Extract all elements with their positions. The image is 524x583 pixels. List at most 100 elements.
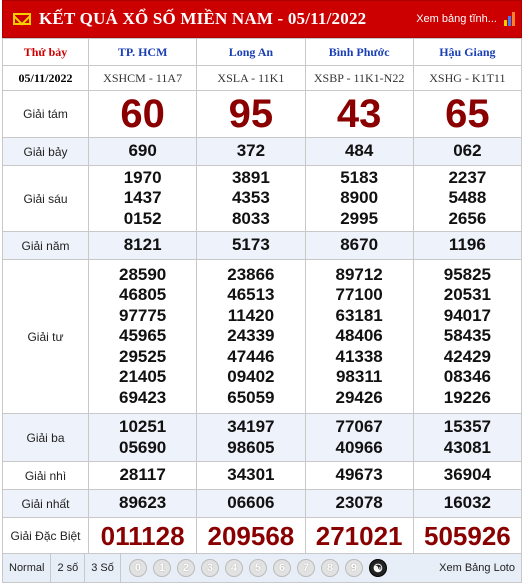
province-code: XSLA - 11K1 xyxy=(196,65,306,91)
static-table-link[interactable]: Xem bảng tĩnh... xyxy=(416,12,515,26)
prize-row: Giải năm 8121 5173 8670 1196 xyxy=(2,231,523,260)
prize-number: 5488 xyxy=(448,188,487,208)
prize-cell: 89623 xyxy=(87,489,198,518)
prize-cell: 28590 46805 97775 45965 29525 21405 69423 xyxy=(87,259,198,414)
prize-number: 209568 xyxy=(207,520,295,551)
prize-label: Giải Đặc Biệt xyxy=(2,517,89,554)
prize-number: 0152 xyxy=(123,208,162,228)
prize-cell: 49673 xyxy=(304,461,414,490)
prize-cell: 505926 xyxy=(412,517,523,554)
prize-cell: 8121 xyxy=(87,231,198,260)
digit-button[interactable]: 9 xyxy=(344,559,363,577)
prize-number: 29525 xyxy=(118,346,167,366)
prize-cell: 3891 4353 8033 xyxy=(196,165,306,232)
prize-number: 21405 xyxy=(118,367,167,387)
prize-cell: 484 xyxy=(304,137,414,166)
prize-number: 09402 xyxy=(227,367,275,387)
prize-number: 011128 xyxy=(100,520,185,551)
province-name[interactable]: Long An xyxy=(196,38,306,66)
prize-number: 46513 xyxy=(227,285,275,305)
province-header-row: Thứ bảy TP. HCM Long An Bình Phước Hậu Giang xyxy=(2,38,523,66)
prize-number: 23866 xyxy=(227,264,275,284)
prize-cell: 271021 xyxy=(304,517,414,554)
prize-cell: 15357 43081 xyxy=(412,413,523,462)
digit-button[interactable]: 7 xyxy=(296,559,315,577)
prize-number: 5183 xyxy=(340,167,379,187)
prize-number: 42429 xyxy=(443,346,492,366)
prize-label: Giải năm xyxy=(2,231,89,260)
prize-number: 2995 xyxy=(340,208,379,228)
prize-number: 28117 xyxy=(119,465,166,485)
prize-cell: 372 xyxy=(196,137,306,166)
yin-yang-icon[interactable]: ☯ xyxy=(368,559,387,577)
prize-number: 2237 xyxy=(448,167,487,187)
prize-label: Giải sáu xyxy=(2,165,89,232)
digit-button[interactable]: 0 xyxy=(128,559,147,577)
prize-row: Giải tám 60 95 43 65 xyxy=(2,90,523,138)
prize-number: 05690 xyxy=(118,437,167,457)
prize-number: 19226 xyxy=(443,387,492,407)
prize-number: 34301 xyxy=(227,465,275,485)
prize-cell: 95 xyxy=(196,90,306,138)
prize-number: 29426 xyxy=(335,387,383,407)
prize-number: 34197 xyxy=(227,417,275,436)
mode-button[interactable]: 2 số xyxy=(51,554,86,582)
results-footer: Normal 2 số 3 Số 0 1 2 3 4 5 6 7 8 9 ☯ Xem Bảng Loto xyxy=(2,554,522,583)
static-table-link-label: Xem bảng tĩnh... xyxy=(416,12,497,25)
prize-cell: 5173 xyxy=(196,231,306,260)
prize-number: 43081 xyxy=(443,437,492,457)
province-code: XSHCM - 11A7 xyxy=(87,65,198,91)
digit-button[interactable]: 1 xyxy=(152,559,171,577)
prize-number: 95825 xyxy=(443,264,492,284)
prize-cell: 1196 xyxy=(412,231,523,260)
prize-cell: 36904 xyxy=(412,461,523,490)
digit-button[interactable]: 2 xyxy=(176,559,195,577)
prize-cell: 5183 8900 2995 xyxy=(304,165,414,232)
prize-number: 89712 xyxy=(335,264,383,284)
digit-button[interactable]: 4 xyxy=(224,559,243,577)
prize-number: 06606 xyxy=(227,493,275,513)
mode-button[interactable]: Normal xyxy=(3,554,52,582)
prize-number: 8670 xyxy=(340,235,379,255)
prize-number: 95 xyxy=(228,92,274,136)
province-name[interactable]: Bình Phước xyxy=(304,38,414,66)
bar-chart-icon[interactable] xyxy=(504,12,515,26)
loto-table-link[interactable]: Xem Bảng Loto xyxy=(439,562,521,574)
prize-cell: 209568 xyxy=(196,517,306,554)
prize-number: 28590 xyxy=(118,264,167,284)
results-header: KẾT QUẢ XỔ SỐ MIỀN NAM - 05/11/2022 Xem … xyxy=(2,0,522,38)
prize-number: 77067 xyxy=(335,417,383,436)
prize-number: 97775 xyxy=(118,305,167,325)
prize-row: Giải Đặc Biệt 011128 209568 271021 505926 xyxy=(2,517,523,554)
prize-row: Giải nhì 28117 34301 49673 36904 xyxy=(2,461,523,490)
prize-number: 4353 xyxy=(231,188,270,208)
prize-cell: 690 xyxy=(87,137,198,166)
prize-cell: 34197 98605 xyxy=(196,413,306,462)
prize-cell: 23078 xyxy=(304,489,414,518)
digit-button[interactable]: 8 xyxy=(320,559,339,577)
prize-number: 8033 xyxy=(231,208,270,228)
prize-row: Giải bảy 690 372 484 062 xyxy=(2,137,523,166)
prize-label: Giải tám xyxy=(2,90,89,138)
prize-cell: 16032 xyxy=(412,489,523,518)
prize-number: 372 xyxy=(236,141,266,161)
province-name[interactable]: TP. HCM xyxy=(87,38,198,66)
prize-cell: 10251 05690 xyxy=(87,413,198,462)
prize-number: 47446 xyxy=(227,346,275,366)
digit-button[interactable]: 5 xyxy=(248,559,267,577)
prize-number: 271021 xyxy=(315,520,403,551)
prize-number: 63181 xyxy=(335,305,383,325)
prize-label: Giải bảy xyxy=(2,137,89,166)
digit-button[interactable]: 3 xyxy=(200,559,219,577)
prize-number: 484 xyxy=(344,141,374,161)
province-name[interactable]: Hậu Giang xyxy=(412,38,523,66)
prize-number: 16032 xyxy=(443,493,492,513)
mode-button[interactable]: 3 Số xyxy=(85,554,121,582)
prize-cell: 89712 77100 63181 48406 41338 98311 29426 xyxy=(304,259,414,414)
prize-number: 5173 xyxy=(231,235,270,255)
digit-button[interactable]: 6 xyxy=(272,559,291,577)
prize-number: 1437 xyxy=(123,188,162,208)
page-title: KẾT QUẢ XỔ SỐ MIỀN NAM - 05/11/2022 xyxy=(39,9,367,28)
prize-number: 24339 xyxy=(227,326,275,346)
prize-label: Giải ba xyxy=(2,413,89,462)
